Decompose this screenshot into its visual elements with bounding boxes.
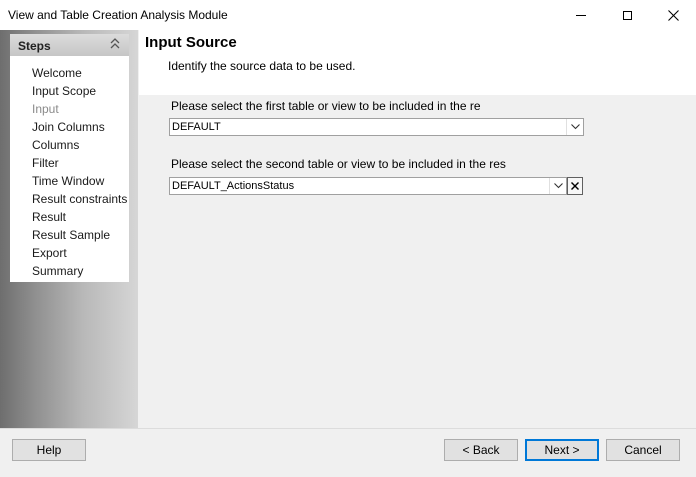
clear-selection-button[interactable]: [567, 177, 583, 195]
clear-icon: [571, 182, 579, 190]
step-item-input[interactable]: Input: [32, 100, 127, 118]
chevron-down-icon: [571, 124, 580, 130]
page-header: Input Source Identify the source data to…: [139, 30, 696, 95]
dropdown-arrow-button[interactable]: [566, 119, 584, 135]
next-button[interactable]: Next >: [525, 439, 599, 461]
steps-panel: Steps Welcome Input Scope Input Join Column…: [10, 34, 129, 282]
steps-header[interactable]: Steps: [10, 34, 129, 56]
cancel-button[interactable]: Cancel: [606, 439, 680, 461]
step-item-summary[interactable]: Summary: [32, 262, 127, 280]
second-table-value: DEFAULT_ActionsStatus: [172, 180, 295, 192]
title-bar: View and Table Creation Analysis Module: [0, 0, 696, 30]
collapse-chevrons-icon[interactable]: [109, 37, 121, 51]
first-table-label: Please select the first table or view to…: [171, 99, 481, 113]
help-button[interactable]: Help: [12, 439, 86, 461]
content-area: Please select the first table or view to…: [139, 95, 696, 428]
close-icon: [667, 9, 679, 21]
step-item-columns[interactable]: Columns: [32, 136, 127, 154]
minimize-icon: [576, 14, 586, 16]
step-item-join-columns[interactable]: Join Columns: [32, 118, 127, 136]
step-item-result-sample[interactable]: Result Sample: [32, 226, 127, 244]
step-item-result-constraints[interactable]: Result constraints: [32, 190, 127, 208]
step-item-time-window[interactable]: Time Window: [32, 172, 127, 190]
page-title: Input Source: [145, 34, 237, 51]
maximize-button[interactable]: [604, 0, 650, 30]
chevron-down-icon: [554, 183, 563, 189]
step-item-input-scope[interactable]: Input Scope: [32, 82, 127, 100]
steps-list: Welcome Input Scope Input Join Columns Colum…: [32, 64, 127, 280]
second-table-select[interactable]: DEFAULT_ActionsStatus: [169, 177, 567, 195]
first-table-select[interactable]: DEFAULT: [169, 118, 584, 136]
window-title: View and Table Creation Analysis Module: [8, 8, 228, 22]
step-item-result[interactable]: Result: [32, 208, 127, 226]
button-bar: Help < Back Next > Cancel: [0, 428, 696, 477]
first-table-value: DEFAULT: [172, 121, 221, 133]
minimize-button[interactable]: [558, 0, 604, 30]
dropdown-arrow-button[interactable]: [549, 178, 567, 194]
step-item-welcome[interactable]: Welcome: [32, 64, 127, 82]
second-table-label: Please select the second table or view t…: [171, 157, 506, 171]
close-button[interactable]: [650, 0, 696, 30]
maximize-icon: [622, 10, 632, 20]
step-item-filter[interactable]: Filter: [32, 154, 127, 172]
page-subtitle: Identify the source data to be used.: [168, 59, 356, 73]
step-item-export[interactable]: Export: [32, 244, 127, 262]
back-button[interactable]: < Back: [444, 439, 518, 461]
steps-title: Steps: [18, 39, 51, 53]
